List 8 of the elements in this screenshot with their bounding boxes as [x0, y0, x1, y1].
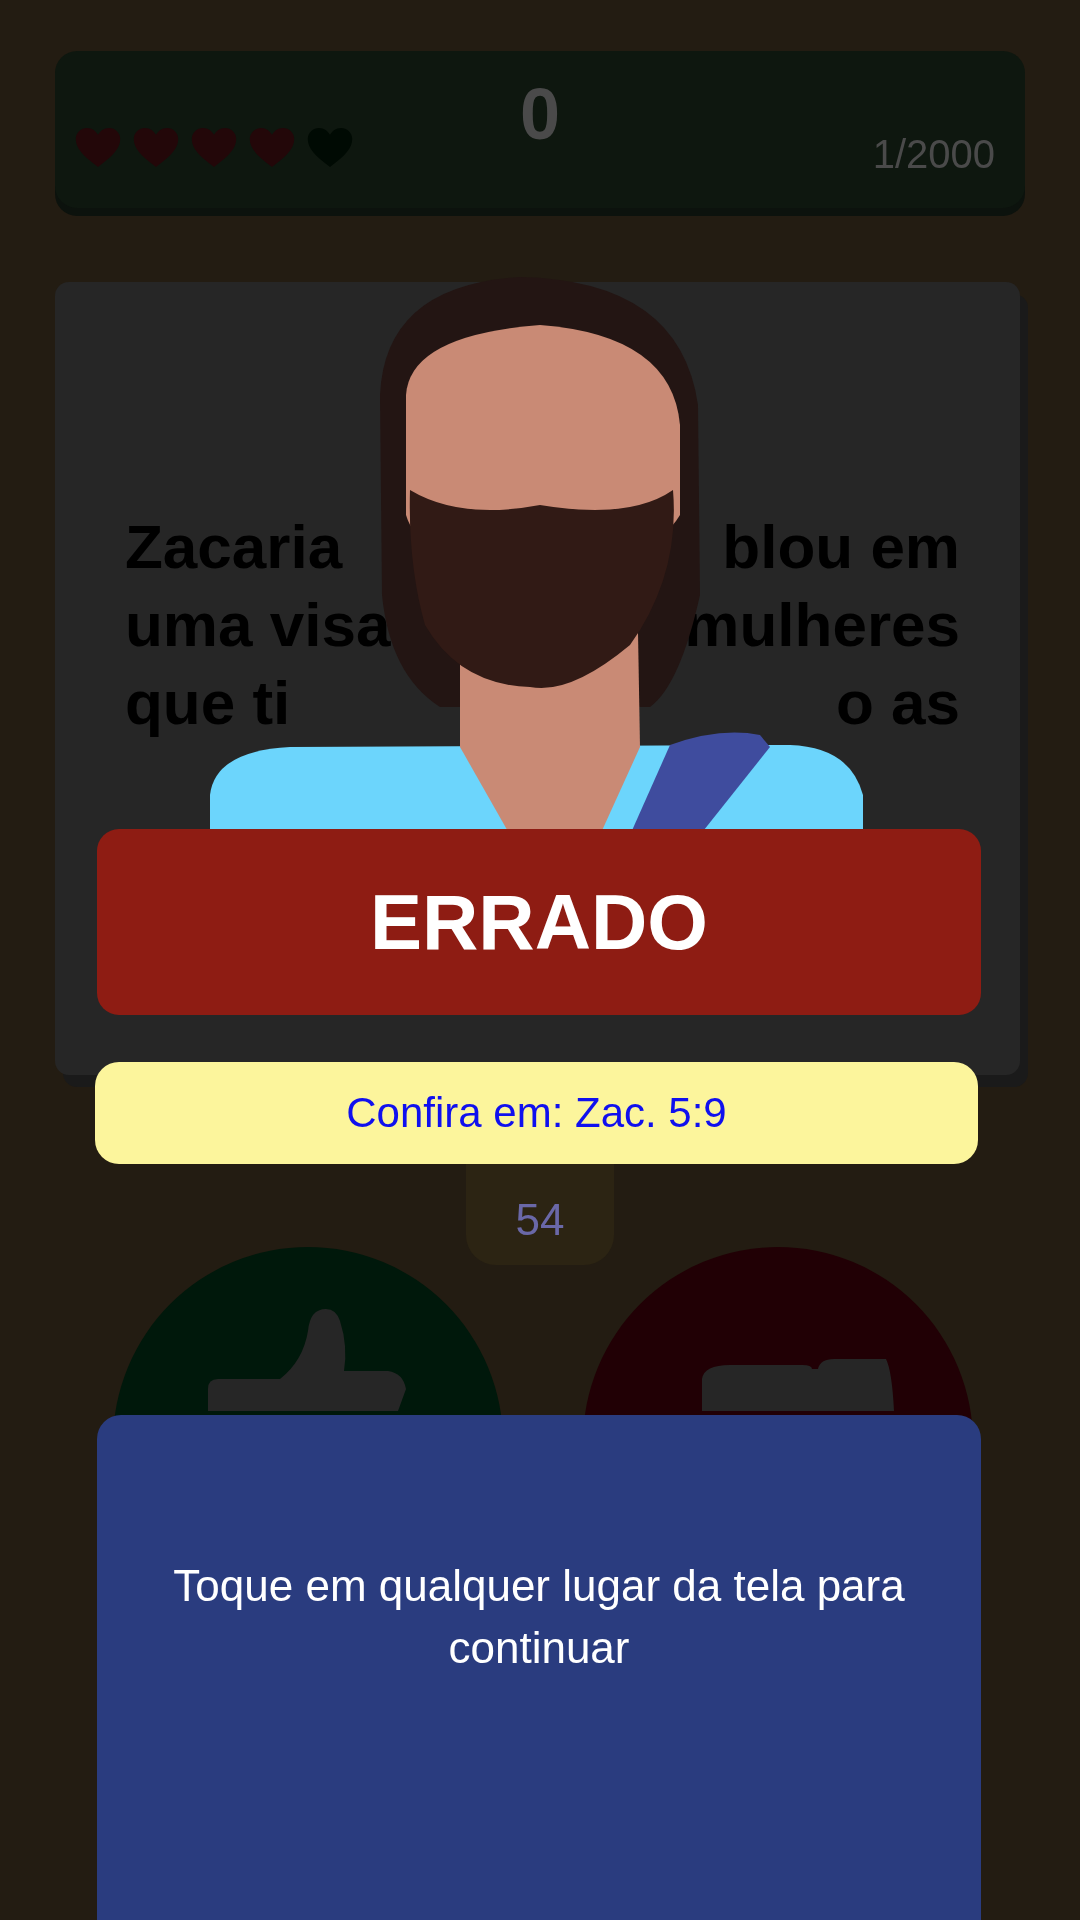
continue-hint: Toque em qualquer lugar da tela para continuar: [172, 1560, 906, 1674]
score: 0: [520, 73, 560, 155]
timer-value: 54: [515, 1195, 565, 1245]
thumbs-down-icon: [700, 1357, 896, 1413]
continue-dialog[interactable]: Toque em qualquer lugar da tela para continuar: [97, 1415, 981, 1920]
result-text: ERRADO: [370, 876, 708, 968]
reference-text: Confira em: Zac. 5:9: [346, 1089, 727, 1137]
question-counter: 1/2000: [872, 132, 995, 177]
